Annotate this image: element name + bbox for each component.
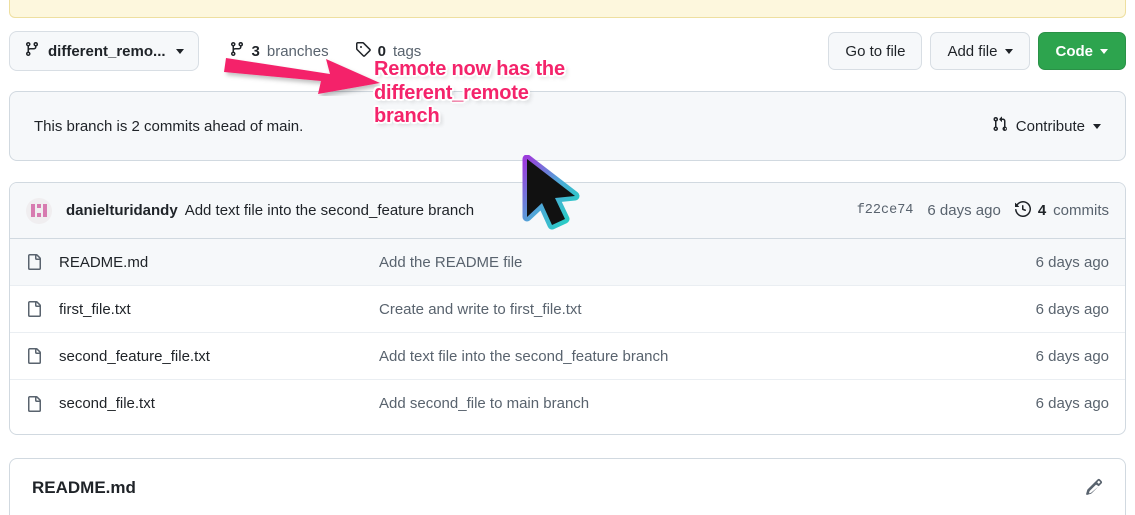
chevron-down-icon	[1093, 123, 1101, 129]
git-branch-icon	[24, 41, 40, 61]
repo-meta-group: 3 branches 0 tags	[229, 41, 422, 61]
contribute-label: Contribute	[1015, 117, 1085, 135]
toolbar-actions: Go to file Add file Code	[828, 32, 1126, 70]
table-row[interactable]: second_file.txt Add second_file to main …	[10, 380, 1125, 427]
code-label: Code	[1055, 42, 1094, 60]
file-name-link[interactable]: README.md	[59, 254, 379, 271]
file-name-link[interactable]: second_feature_file.txt	[59, 348, 379, 365]
latest-commit-header: danielturidandy Add text file into the s…	[10, 183, 1125, 239]
file-commit-message[interactable]: Add the README file	[379, 254, 1036, 271]
table-row[interactable]: second_feature_file.txt Add text file in…	[10, 333, 1125, 380]
commit-message-link[interactable]: Add text file into the second_feature br…	[185, 202, 474, 219]
file-commit-message[interactable]: Add text file into the second_feature br…	[379, 348, 1036, 365]
file-list-card: danielturidandy Add text file into the s…	[9, 182, 1126, 435]
file-icon	[26, 301, 42, 317]
commit-time: 6 days ago	[927, 202, 1001, 219]
branch-selector-button[interactable]: different_remo...	[9, 31, 199, 71]
file-icon	[26, 254, 42, 270]
commit-meta: f22ce74 6 days ago 4 commits	[857, 200, 1109, 221]
file-commit-time: 6 days ago	[1035, 347, 1109, 365]
file-name-link[interactable]: first_file.txt	[59, 301, 379, 318]
go-to-file-button[interactable]: Go to file	[828, 32, 923, 70]
branches-label: branches	[266, 42, 329, 60]
file-commit-time: 6 days ago	[1035, 253, 1109, 271]
commits-count-value: 4	[1037, 202, 1047, 219]
pencil-icon[interactable]	[1085, 478, 1103, 496]
tags-link[interactable]: 0 tags	[355, 41, 422, 61]
file-commit-time: 6 days ago	[1035, 395, 1109, 412]
branches-count: 3	[251, 42, 260, 60]
commits-label: commits	[1053, 202, 1109, 219]
chevron-down-icon	[175, 48, 184, 54]
branch-status-text: This branch is 2 commits ahead of main.	[34, 117, 304, 135]
code-button[interactable]: Code	[1037, 32, 1126, 70]
branch-status-panel: This branch is 2 commits ahead of main. …	[9, 91, 1126, 161]
add-file-label: Add file	[947, 42, 998, 60]
tags-count: 0	[377, 42, 386, 60]
add-file-button[interactable]: Add file	[930, 32, 1030, 70]
file-icon	[26, 348, 42, 364]
table-row[interactable]: first_file.txt Create and write to first…	[10, 286, 1125, 333]
file-commit-message[interactable]: Add second_file to main branch	[379, 395, 1036, 412]
branch-selector-label: different_remo...	[48, 42, 166, 60]
commit-sha[interactable]: f22ce74	[857, 203, 914, 218]
contribute-button[interactable]: Contribute	[992, 116, 1101, 136]
file-name-link[interactable]: second_file.txt	[59, 395, 379, 412]
git-branch-icon	[229, 41, 245, 61]
chevron-down-icon	[1100, 48, 1108, 54]
table-row[interactable]: README.md Add the README file 6 days ago	[10, 239, 1125, 286]
commit-author-link[interactable]: danielturidandy	[66, 202, 178, 219]
file-commit-time: 6 days ago	[1035, 300, 1109, 318]
git-pull-request-icon	[992, 116, 1008, 136]
file-commit-message[interactable]: Create and write to first_file.txt	[379, 301, 1036, 318]
history-clock-icon	[1014, 200, 1031, 221]
commits-count-link[interactable]: 4 commits	[1014, 200, 1109, 221]
readme-title: README.md	[32, 478, 136, 497]
chevron-down-icon	[1004, 48, 1013, 54]
repo-toolbar: different_remo... 3 branches 0 tags Go t…	[9, 31, 1126, 71]
readme-card: README.md	[9, 458, 1126, 515]
avatar[interactable]	[26, 197, 52, 224]
file-icon	[26, 395, 42, 412]
notification-banner	[9, 0, 1126, 18]
tag-icon	[355, 41, 371, 61]
branches-link[interactable]: 3 branches	[229, 41, 329, 61]
go-to-file-label: Go to file	[845, 42, 906, 60]
tags-label: tags	[392, 42, 422, 60]
